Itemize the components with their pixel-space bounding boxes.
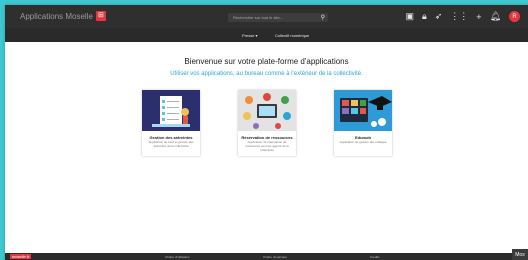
app-title-label: Applications Moselle — [20, 11, 93, 21]
app-title[interactable]: Applications Moselle ⊞ — [20, 11, 106, 21]
send-icon[interactable]: ➶ — [435, 11, 443, 22]
plus-icon[interactable]: + — [476, 12, 481, 22]
top-bar: Applications Moselle ⊞ ⚲ ▣ 🔒︎ ➶ ⋮⋮ + 🔔︎ … — [5, 5, 528, 28]
card-description: Application de gestion des collèges — [339, 140, 387, 144]
astreintes-illustration — [142, 90, 200, 131]
card-description: Application de réservation de ressources… — [245, 140, 289, 152]
page-title: Bienvenue sur votre plate-forme d'applic… — [184, 57, 349, 66]
top-icons: ▣ 🔒︎ ➶ ⋮⋮ + 🔔︎ R — [405, 11, 520, 22]
nav-bar: Presse ▾ Collectif numérique — [5, 28, 528, 42]
avatar[interactable]: R — [509, 11, 520, 22]
bell-icon[interactable]: 🔔︎ — [490, 11, 501, 22]
corner-badge[interactable]: Mos — [512, 249, 528, 260]
nav-item-presse[interactable]: Presse ▾ — [242, 33, 258, 38]
app-card-reservation[interactable]: Réservation de ressources Application de… — [238, 90, 296, 156]
card-description: Application de suivi et gestion des astr… — [148, 140, 194, 148]
footer-link-charte-utilisation[interactable]: Charte d'utilisation — [165, 255, 190, 259]
app-card-astreintes[interactable]: Gestion des astreintes Application de su… — [142, 90, 200, 156]
apps-grid-icon[interactable]: ⋮⋮ — [450, 11, 468, 22]
apps-menu-icon[interactable]: ⊞ — [95, 11, 106, 21]
lock-icon[interactable]: 🔒︎ — [422, 11, 427, 22]
search-field[interactable]: ⚲ — [228, 13, 328, 22]
footer-link-charte-numerique[interactable]: Charte numérique — [263, 255, 287, 259]
page-subtitle: Utiliser vos applications, au bureau com… — [170, 71, 363, 77]
app-window: Applications Moselle ⊞ ⚲ ▣ 🔒︎ ➶ ⋮⋮ + 🔔︎ … — [5, 5, 528, 260]
footer-link-credits[interactable]: Crédits — [370, 255, 380, 259]
footer: moselle.fr Charte d'utilisation Charte n… — [5, 253, 528, 260]
square-icon[interactable]: ▣ — [405, 11, 414, 22]
search-icon[interactable]: ⚲ — [321, 14, 325, 21]
app-card-edumob[interactable]: Edumob Application de gestion des collèg… — [334, 90, 392, 156]
nav-item-collectif-numerique[interactable]: Collectif numérique — [275, 33, 309, 38]
search-input[interactable] — [233, 13, 313, 22]
reservation-illustration — [238, 90, 296, 131]
footer-logo[interactable]: moselle.fr — [10, 254, 32, 259]
edumob-illustration — [334, 90, 392, 131]
